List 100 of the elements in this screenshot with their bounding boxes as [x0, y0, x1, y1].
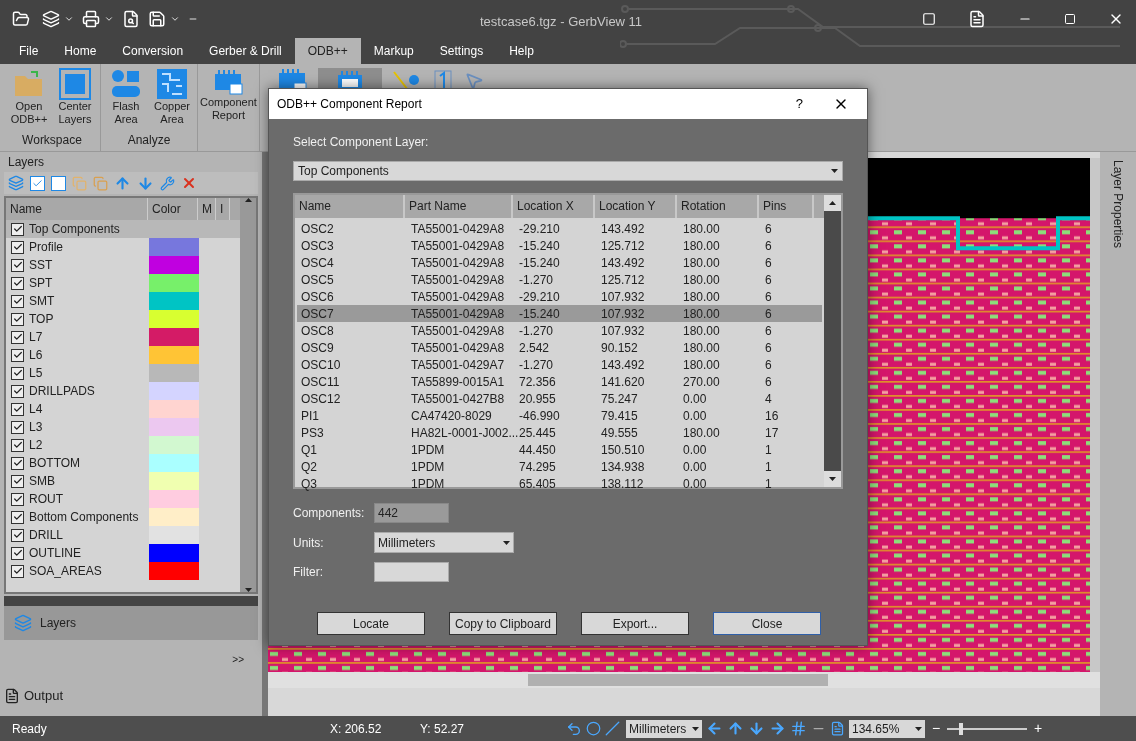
output-tab[interactable]: Output — [4, 684, 258, 708]
checkbox[interactable] — [11, 348, 24, 362]
check-all-icon[interactable] — [30, 175, 45, 191]
layer-row[interactable]: Profile — [6, 238, 240, 256]
table-row[interactable]: OSC3 TA55001-0429A8 -15.240 125.712 180.00 6 — [297, 237, 822, 254]
ribbon-tab[interactable]: Markup — [360, 38, 427, 64]
delete-icon[interactable] — [181, 175, 197, 191]
checkbox[interactable] — [11, 474, 24, 488]
table-row[interactable]: PS3 HA82L-0001-J002...25.445 49.555 180.00 17 — [297, 424, 822, 441]
layer-row[interactable]: DRILL — [6, 526, 240, 544]
layer-row[interactable]: BOTTOM — [6, 454, 240, 472]
layer-row[interactable]: SPT — [6, 274, 240, 292]
ribbon-tab[interactable]: ODB++ — [294, 38, 361, 64]
checkbox[interactable] — [11, 546, 24, 560]
scrollbar[interactable] — [268, 672, 1100, 688]
caret-icon[interactable] — [104, 14, 114, 24]
checkbox[interactable] — [11, 456, 24, 470]
table-row[interactable]: Q1 1PDM 44.450 150.510 0.00 1 — [297, 441, 822, 458]
preview-icon[interactable] — [122, 10, 140, 28]
zoom-out-button[interactable]: − — [929, 718, 943, 739]
table-row[interactable]: OSC5 TA55001-0429A8 -1.270 125.712 180.00 6 — [297, 271, 822, 288]
zoom-in-button[interactable]: + — [1031, 718, 1045, 739]
column-header[interactable]: Part Name — [405, 195, 513, 218]
table-row[interactable]: OSC11 TA55899-0015A1 72.356 141.620 270.00 6 — [297, 373, 822, 390]
ribbon-tab[interactable]: Conversion — [109, 38, 197, 64]
caret-icon[interactable] — [831, 169, 838, 173]
arrow-right-icon[interactable] — [769, 720, 786, 737]
units-dropdown[interactable]: Millimeters — [374, 532, 514, 553]
scrollbar[interactable] — [1090, 158, 1100, 672]
slider-thumb[interactable] — [959, 722, 963, 735]
column-header[interactable]: Name — [295, 195, 405, 218]
checkbox[interactable] — [11, 510, 24, 524]
table-row[interactable]: OSC7 TA55001-0429A8 -15.240 107.932 180.00 6 — [297, 305, 822, 322]
table-row[interactable]: OSC10 TA55001-0429A7 -1.270 143.492 180.00 6 — [297, 356, 822, 373]
table-row[interactable]: OSC2 TA55001-0429A8 -29.210 143.492 180.00 6 — [297, 220, 822, 237]
zoom-dropdown[interactable]: 134.65% — [849, 719, 925, 738]
checkbox[interactable] — [11, 240, 24, 254]
ribbon-button[interactable]: Open ODB++ — [6, 68, 52, 126]
ribbon-button[interactable]: Copper Area — [149, 68, 195, 126]
table-row[interactable]: OSC6 TA55001-0429A8 -29.210 107.932 180.00 6 — [297, 288, 822, 305]
caret-icon[interactable] — [829, 477, 836, 481]
column-header[interactable]: Location Y — [595, 195, 677, 218]
column-header[interactable]: Location X — [513, 195, 595, 218]
layer-row[interactable]: L5 — [6, 364, 240, 382]
checkbox[interactable] — [11, 294, 24, 308]
circle-icon[interactable] — [586, 721, 601, 736]
filter-field[interactable] — [374, 562, 449, 582]
table-row[interactable]: Q3 1PDM 65.405 138.112 0.00 1 — [297, 475, 822, 492]
caret-icon[interactable] — [692, 726, 699, 731]
more-button[interactable]: >> — [232, 651, 244, 667]
ribbon-mode-icon[interactable] — [922, 12, 936, 26]
table-row[interactable]: OSC8 TA55001-0429A8 -1.270 107.932 180.00 6 — [297, 322, 822, 339]
open-folder-icon[interactable] — [12, 10, 30, 28]
document-icon[interactable] — [968, 10, 986, 28]
side-panel-title[interactable]: Layer Properties — [1109, 160, 1127, 716]
help-button[interactable]: ? — [795, 94, 803, 114]
layer-row[interactable]: Bottom Components — [6, 508, 240, 526]
add-layer-icon[interactable] — [42, 10, 60, 28]
nav-tab[interactable]: Layers — [4, 606, 258, 640]
line-icon[interactable] — [605, 721, 620, 736]
layer-row[interactable]: L7 — [6, 328, 240, 346]
grid-icon[interactable] — [790, 720, 807, 737]
checkbox[interactable] — [11, 312, 24, 326]
checkbox[interactable] — [11, 402, 24, 416]
caret-icon[interactable] — [503, 540, 510, 545]
table-row[interactable]: OSC4 TA55001-0429A8 -15.240 143.492 180.00 6 — [297, 254, 822, 271]
checkbox[interactable] — [11, 258, 24, 272]
ribbon-tab[interactable]: Settings — [426, 38, 497, 64]
checkbox[interactable] — [11, 438, 24, 452]
units-dropdown[interactable]: Millimeters — [626, 719, 702, 738]
dialog-button[interactable]: Locate — [317, 612, 425, 635]
scrollbar[interactable] — [824, 195, 841, 487]
layer-row[interactable]: SMT — [6, 292, 240, 310]
layer-row[interactable]: L6 — [6, 346, 240, 364]
printer-icon[interactable] — [82, 10, 100, 28]
checkbox[interactable] — [11, 420, 24, 434]
save-icon[interactable] — [148, 10, 166, 28]
layer-row[interactable]: OUTLINE — [6, 544, 240, 562]
checkbox[interactable] — [11, 564, 24, 578]
ribbon-button[interactable]: Component Report — [200, 68, 257, 122]
checkbox[interactable] — [11, 384, 24, 398]
layer-row[interactable]: DRILLPADS — [6, 382, 240, 400]
ribbon-tab[interactable]: Help — [496, 38, 547, 64]
layer-row[interactable]: L4 — [6, 400, 240, 418]
checkbox[interactable] — [11, 276, 24, 290]
arrow-down-icon[interactable] — [748, 720, 765, 737]
checkbox[interactable] — [11, 492, 24, 506]
dialog-button[interactable]: Export... — [581, 612, 689, 635]
page-icon[interactable] — [830, 721, 845, 736]
ribbon-button[interactable]: Flash Area — [103, 68, 149, 126]
undo-icon[interactable] — [566, 720, 582, 737]
layer-row[interactable]: ROUT — [6, 490, 240, 508]
column-header[interactable]: Rotation — [677, 195, 759, 218]
dialog-button[interactable]: Copy to Clipboard — [449, 612, 557, 635]
layer-row[interactable]: SMB — [6, 472, 240, 490]
caret-icon[interactable] — [915, 726, 922, 731]
table-row[interactable]: OSC12 TA55001-0427B8 20.955 75.247 0.00 4 — [297, 390, 822, 407]
layer-row[interactable]: Top Components — [6, 220, 240, 238]
caret-icon[interactable] — [244, 588, 252, 592]
ribbon-tab[interactable]: Home — [51, 38, 110, 64]
